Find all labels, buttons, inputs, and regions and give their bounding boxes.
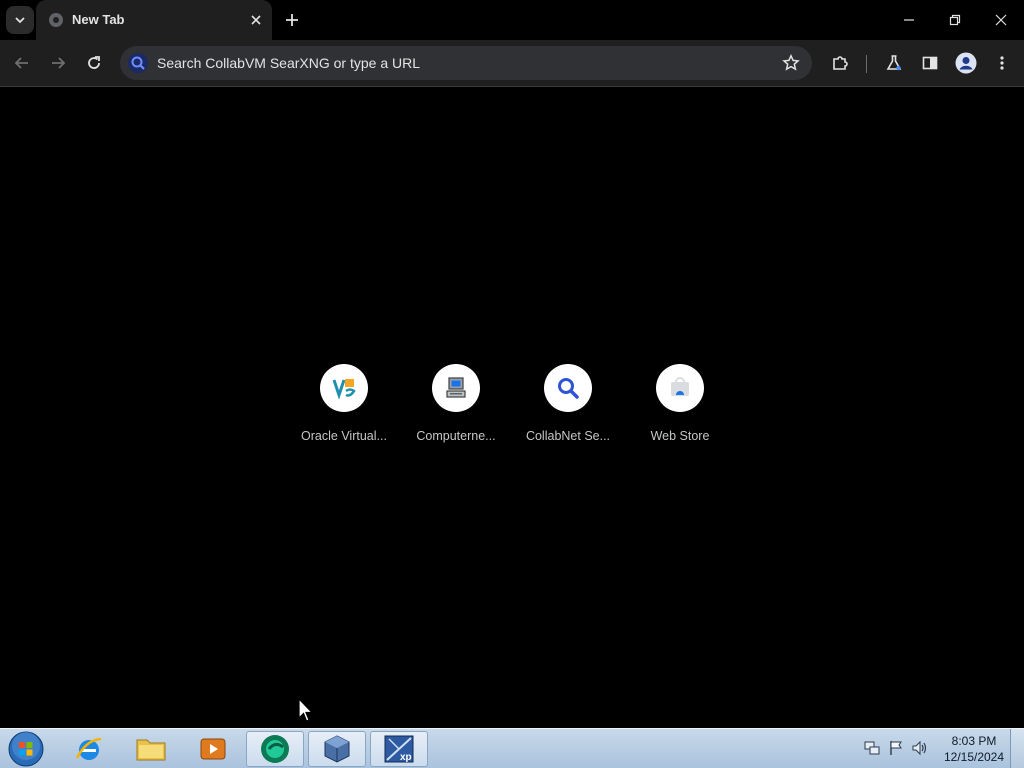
tab-search-button[interactable]	[6, 6, 34, 34]
restore-button[interactable]	[932, 0, 978, 40]
shortcut-icon-circle	[320, 364, 368, 412]
back-arrow-icon	[14, 57, 28, 69]
taskbar: xp 8:03 PM 12/15/2024	[0, 728, 1024, 768]
clock-time: 8:03 PM	[951, 734, 997, 748]
shortcut-icon-circle	[544, 364, 592, 412]
new-tab-page: Oracle Virtual... Computerne... CollabNe…	[0, 87, 1024, 728]
search-engine-icon	[126, 51, 150, 75]
shortcut-icon-circle	[432, 364, 480, 412]
volume-icon	[912, 740, 927, 756]
browser-icon	[261, 735, 289, 763]
mouse-cursor-icon	[298, 698, 314, 722]
minimize-icon	[904, 19, 914, 21]
extensions-button[interactable]	[826, 49, 854, 77]
side-panel-icon	[922, 56, 938, 70]
flask-icon	[886, 55, 902, 71]
chevron-down-icon	[15, 17, 25, 24]
shortcut-label: Web Store	[650, 429, 710, 443]
reload-button[interactable]	[80, 49, 108, 77]
forward-button[interactable]	[44, 49, 72, 77]
shortcut-label: Computerne...	[416, 429, 496, 443]
toolbar: Search CollabVM SearXNG or type a URL	[0, 40, 1024, 87]
side-panel-button[interactable]	[916, 49, 944, 77]
taskbar-app-media-player[interactable]	[184, 731, 242, 767]
svg-text:xp: xp	[400, 752, 412, 763]
show-desktop-button[interactable]	[1010, 729, 1024, 768]
kebab-menu-icon	[1000, 56, 1004, 70]
minimize-button[interactable]	[886, 0, 932, 40]
network-icon	[864, 741, 880, 755]
new-tab-button[interactable]	[280, 8, 304, 32]
puzzle-icon	[833, 56, 848, 70]
restore-icon	[949, 14, 961, 26]
menu-button[interactable]	[988, 49, 1016, 77]
taskbar-app-ie[interactable]	[60, 731, 118, 767]
omnibox[interactable]: Search CollabVM SearXNG or type a URL	[120, 46, 812, 80]
tab-new-tab[interactable]: New Tab	[36, 0, 272, 40]
system-tray	[862, 737, 930, 761]
toolbar-separator	[866, 55, 867, 73]
screen: New Tab Search CollabVM SearXNG or type …	[0, 0, 1024, 768]
chrome-globe-icon	[49, 13, 63, 27]
taskbar-app-xp-vm[interactable]: xp	[370, 731, 428, 767]
profile-button[interactable]	[952, 49, 980, 77]
shortcut-tiles: Oracle Virtual... Computerne... CollabNe…	[288, 351, 736, 451]
close-window-button[interactable]	[978, 0, 1024, 40]
taskbar-clock[interactable]: 8:03 PM 12/15/2024	[940, 733, 1008, 765]
webstore-icon	[671, 377, 689, 396]
flag-icon	[890, 741, 902, 755]
virtualbox-icon	[332, 379, 356, 400]
media-player-icon	[200, 738, 226, 760]
magnifier-icon	[558, 378, 579, 399]
close-icon	[995, 14, 1007, 26]
tab-title: New Tab	[72, 12, 125, 27]
folder-icon	[136, 739, 166, 761]
start-button[interactable]	[6, 730, 46, 768]
labs-button[interactable]	[880, 49, 908, 77]
volume-tray-button[interactable]	[910, 737, 930, 759]
ie-icon	[75, 737, 102, 760]
shortcut-icon-circle	[656, 364, 704, 412]
taskbar-app-explorer[interactable]	[122, 731, 180, 767]
star-icon[interactable]	[782, 54, 800, 72]
shortcut-tile[interactable]: Web Store	[624, 351, 736, 451]
shortcut-label: CollabNet Se...	[525, 429, 611, 443]
action-center-tray-button[interactable]	[886, 737, 906, 759]
close-icon[interactable]	[248, 12, 264, 28]
profile-avatar-icon	[955, 52, 977, 74]
taskbar-app-browser[interactable]	[246, 731, 304, 767]
shortcut-tile[interactable]: Computerne...	[400, 351, 512, 451]
search-icon	[128, 53, 148, 73]
forward-arrow-icon	[52, 57, 66, 69]
shortcut-label: Oracle Virtual...	[301, 429, 387, 443]
taskbar-app-virtualbox[interactable]	[308, 731, 366, 767]
tab-strip: New Tab	[0, 0, 1024, 40]
reload-icon	[88, 56, 100, 69]
virtualbox-icon	[324, 735, 350, 763]
omnibox-placeholder: Search CollabVM SearXNG or type a URL	[157, 55, 420, 71]
xp-icon: xp	[384, 735, 414, 763]
plus-icon	[286, 14, 298, 26]
shortcut-tile[interactable]: Oracle Virtual...	[288, 351, 400, 451]
shortcut-tile[interactable]: CollabNet Se...	[512, 351, 624, 451]
network-tray-button[interactable]	[862, 737, 882, 759]
clock-date: 12/15/2024	[943, 750, 1005, 764]
back-button[interactable]	[8, 49, 36, 77]
computer-icon	[446, 377, 466, 398]
windows-orb-icon	[8, 731, 44, 767]
